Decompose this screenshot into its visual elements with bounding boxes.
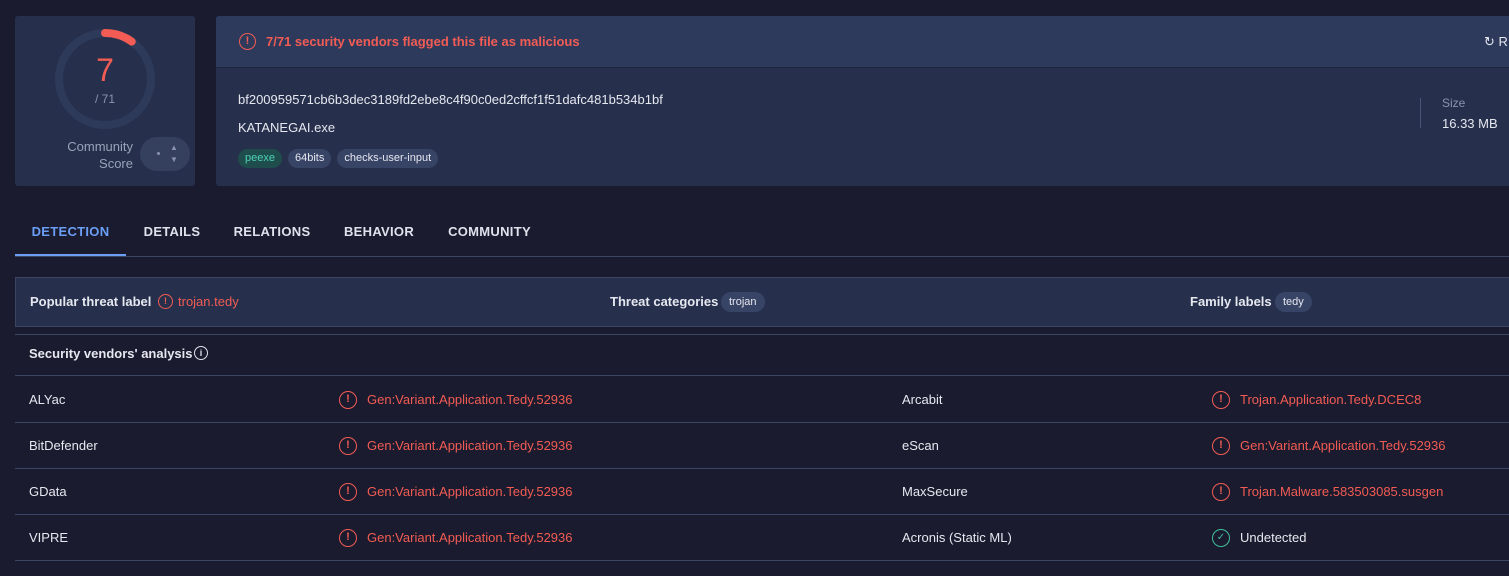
family-labels-label: Family labels	[1190, 294, 1272, 309]
detection-total: / 71	[94, 92, 115, 106]
popular-threat-label: Popular threat label	[30, 294, 152, 309]
tab-community[interactable]: COMMUNITY	[432, 210, 547, 256]
tag-peexe[interactable]: peexe	[238, 149, 282, 168]
file-hash: bf200959571cb6b3dec3189fd2ebe8c4f90c0ed2…	[238, 92, 663, 107]
popular-threat-value[interactable]: trojan.tedy	[178, 294, 239, 309]
alert-circle-icon: !	[339, 437, 357, 455]
file-name: KATANEGAI.exe	[238, 120, 336, 135]
vendor-name: MaxSecure	[902, 484, 968, 499]
vendor-result: Trojan.Malware.583503085.susgen	[1240, 484, 1444, 499]
report-tabs: DETECTION DETAILS RELATIONS BEHAVIOR COM…	[15, 210, 1509, 257]
vote-down-icon[interactable]: ▼	[170, 156, 178, 164]
alert-circle-icon: !	[339, 483, 357, 501]
malicious-banner: ! 7/71 security vendors flagged this fil…	[216, 16, 1509, 68]
vendor-result: Undetected	[1240, 530, 1307, 545]
tag-64bits[interactable]: 64bits	[287, 149, 332, 168]
alert-circle-icon: !	[158, 294, 173, 309]
vendor-result: Gen:Variant.Application.Tedy.52936	[1240, 438, 1446, 453]
divider	[1420, 98, 1421, 128]
check-circle-icon: ✓	[1212, 529, 1230, 547]
vendor-row: ALYac! Gen:Variant.Application.Tedy.52936…	[15, 377, 1509, 423]
community-score-value-dot	[157, 152, 160, 155]
alert-circle-icon: !	[239, 33, 256, 50]
vendors-header: Security vendors' analysis i	[15, 334, 1509, 376]
vendor-name: BitDefender	[29, 438, 98, 453]
size-label: Size	[1442, 96, 1466, 110]
vendors-title: Security vendors' analysis	[29, 346, 193, 361]
vendor-name: Acronis (Static ML)	[902, 530, 1012, 545]
vendor-name: ALYac	[29, 392, 66, 407]
vote-up-icon[interactable]: ▲	[170, 144, 178, 152]
vendor-row: VIPRE! Gen:Variant.Application.Tedy.52936…	[15, 515, 1509, 561]
alert-circle-icon: !	[339, 391, 357, 409]
tab-detection[interactable]: DETECTION	[15, 210, 126, 256]
vendor-result: Gen:Variant.Application.Tedy.52936	[367, 530, 573, 545]
vendor-result: Gen:Variant.Application.Tedy.52936	[367, 438, 573, 453]
vendor-result: Gen:Variant.Application.Tedy.52936	[367, 484, 573, 499]
community-vote-control[interactable]: ▲ ▼	[140, 137, 190, 171]
vendor-result: Gen:Variant.Application.Tedy.52936	[367, 392, 573, 407]
tab-relations[interactable]: RELATIONS	[218, 210, 326, 256]
virustotal-report: 7 / 71 Community Score ▲ ▼ ! 7/71 securi…	[0, 0, 1509, 576]
threat-summary: Popular threat label ! trojan.tedy Threa…	[15, 277, 1509, 327]
detection-score-card: 7 / 71 Community Score ▲ ▼	[15, 16, 195, 186]
size-value: 16.33 MB	[1442, 116, 1498, 131]
alert-circle-icon: !	[1212, 437, 1230, 455]
alert-circle-icon: !	[1212, 483, 1230, 501]
info-icon[interactable]: i	[194, 346, 208, 360]
tab-details[interactable]: DETAILS	[126, 210, 218, 256]
threat-categories-label: Threat categories	[610, 294, 719, 309]
threat-category-chip[interactable]: trojan	[721, 292, 765, 312]
reanalyze-button[interactable]: ↻ R	[1484, 34, 1508, 50]
refresh-icon: ↻	[1484, 34, 1495, 49]
detection-count: 7	[96, 52, 114, 88]
tag-checks-user-input[interactable]: checks-user-input	[337, 149, 439, 168]
vendor-row: GData! Gen:Variant.Application.Tedy.52936…	[15, 469, 1509, 515]
family-label-chip[interactable]: tedy	[1275, 292, 1312, 312]
tab-behavior[interactable]: BEHAVIOR	[326, 210, 432, 256]
file-info-card: ! 7/71 security vendors flagged this fil…	[216, 16, 1509, 186]
community-score-label: Community Score	[67, 139, 133, 171]
alert-circle-icon: !	[339, 529, 357, 547]
vendor-name: eScan	[902, 438, 939, 453]
vendor-row: BitDefender! Gen:Variant.Application.Tedy…	[15, 423, 1509, 469]
vendor-name: GData	[29, 484, 67, 499]
malicious-alert-text: 7/71 security vendors flagged this file …	[266, 34, 580, 49]
file-tags: peexe 64bits checks-user-input	[238, 149, 439, 168]
alert-circle-icon: !	[1212, 391, 1230, 409]
vendor-name: Arcabit	[902, 392, 943, 407]
vendor-result: Trojan.Application.Tedy.DCEC8	[1240, 392, 1422, 407]
vendor-name: VIPRE	[29, 530, 69, 545]
